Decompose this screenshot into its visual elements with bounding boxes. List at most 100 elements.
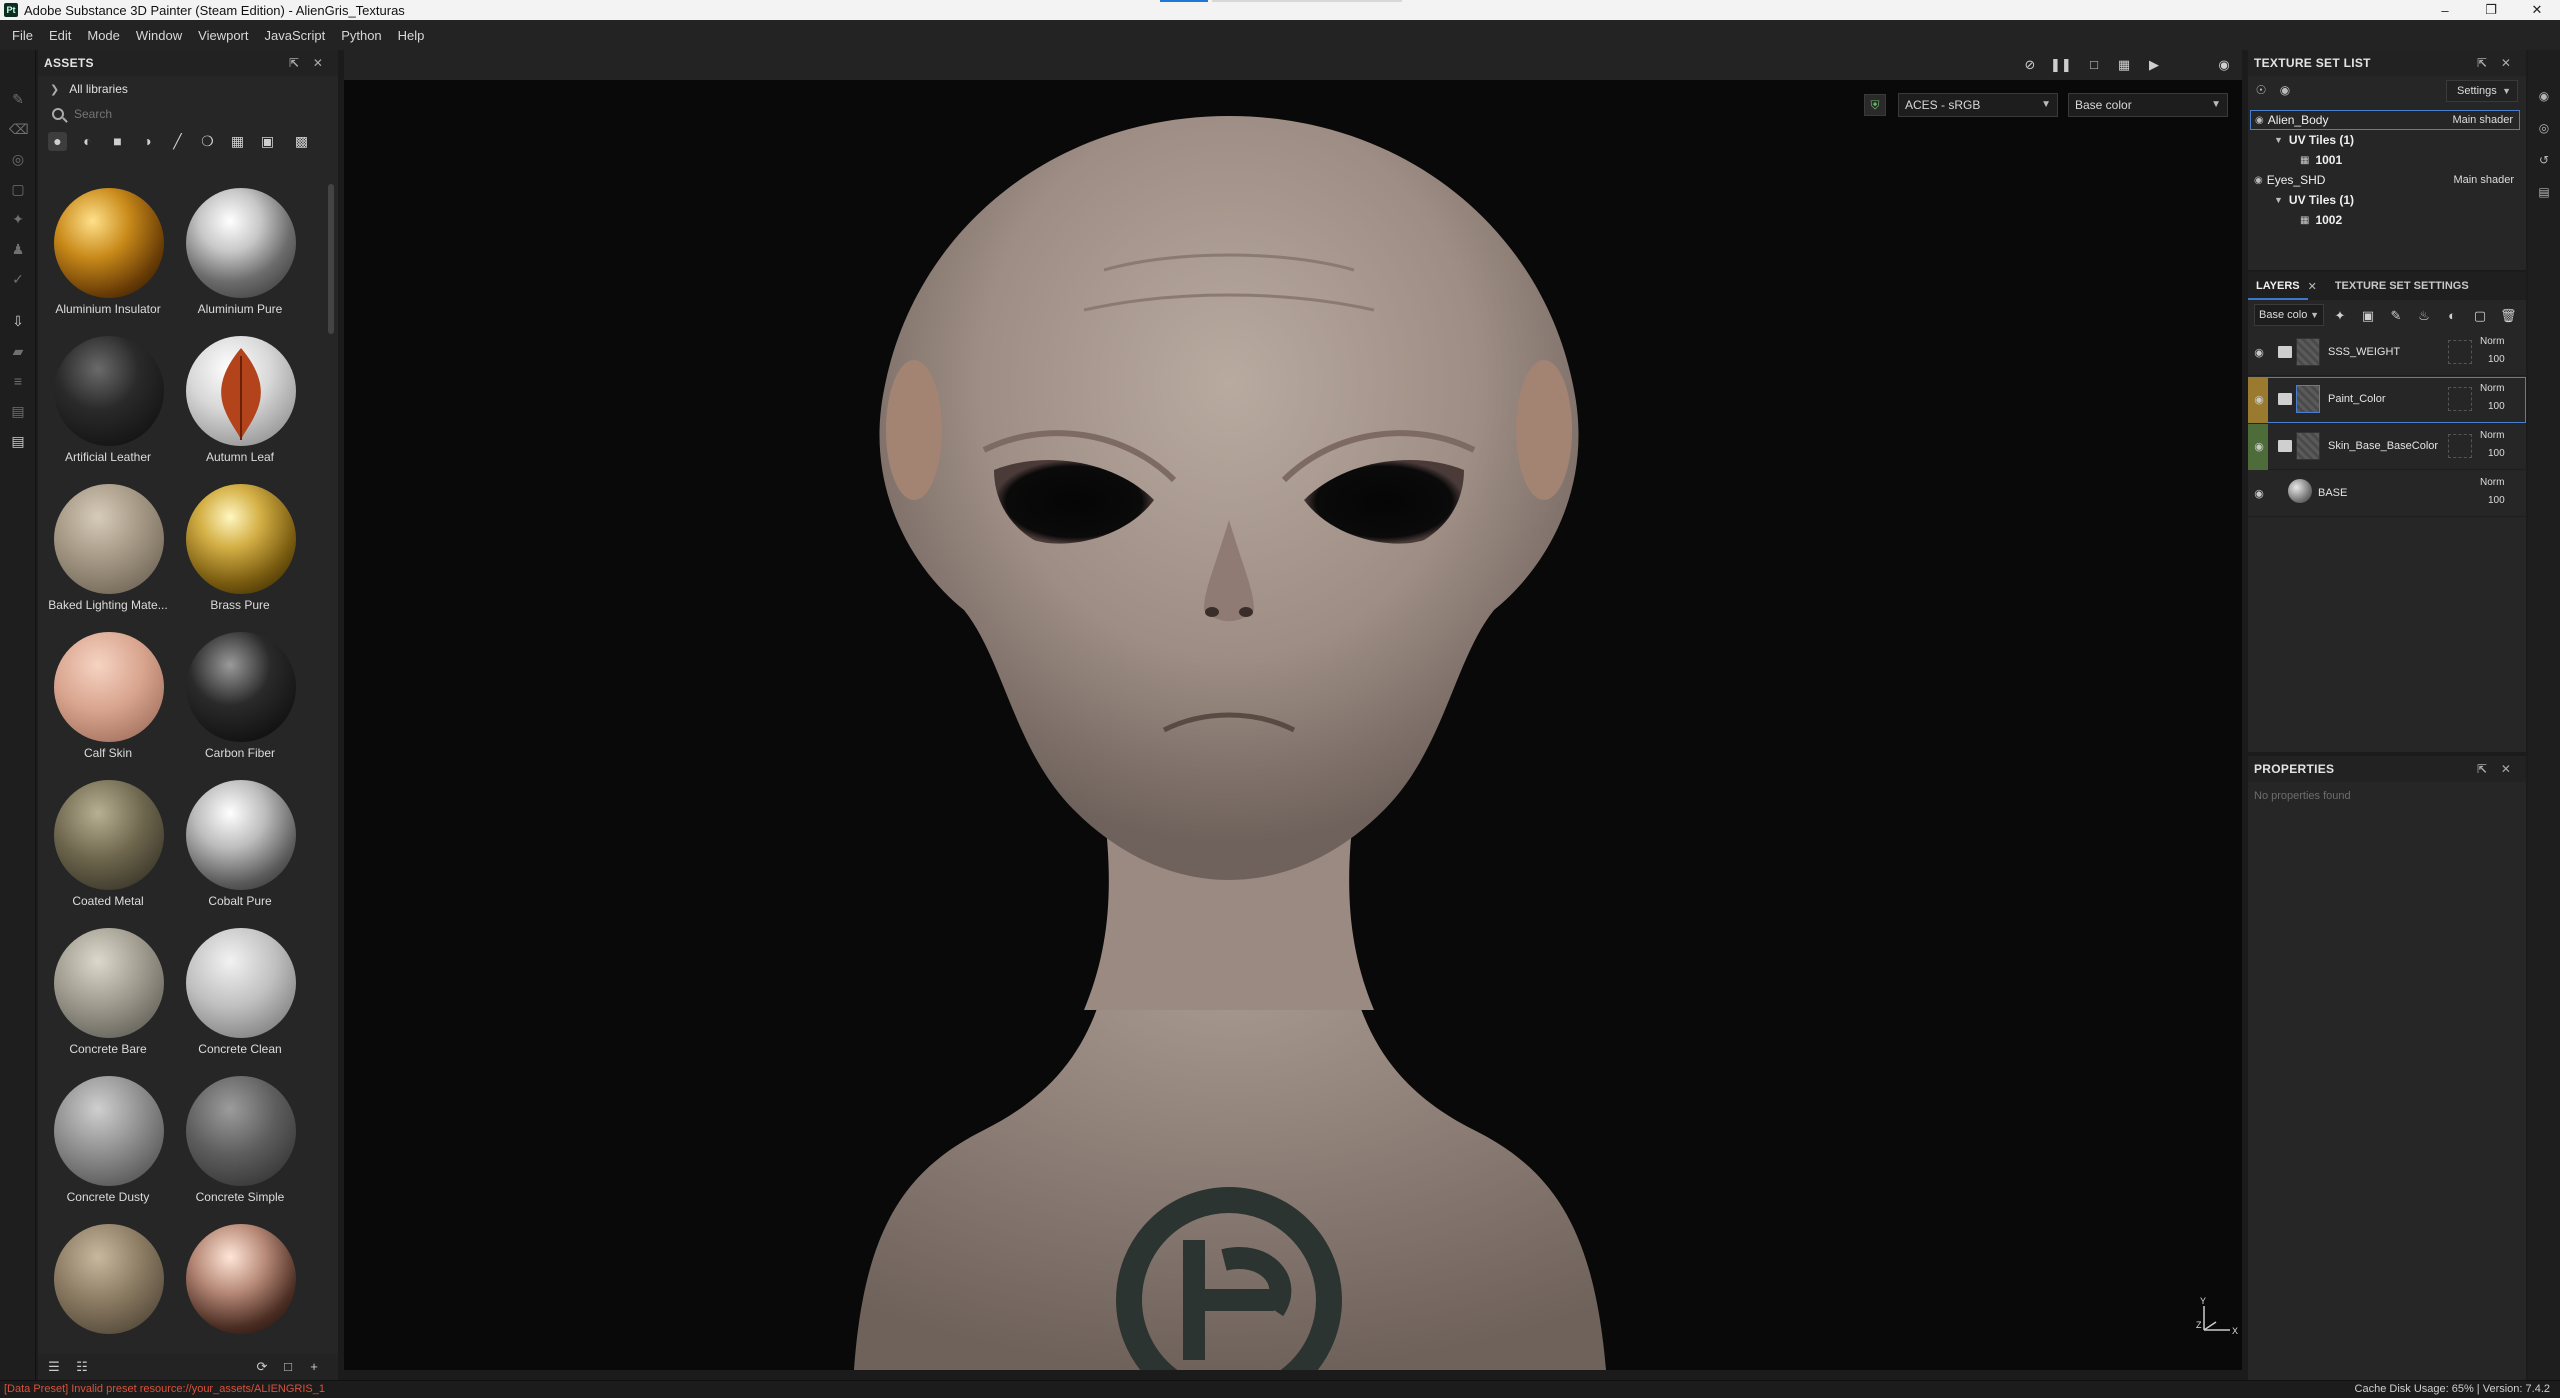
menu-javascript[interactable]: JavaScript [256, 28, 333, 43]
settings-dropdown[interactable]: Settings ▼ [2446, 80, 2518, 102]
asset-tile[interactable]: Baked Lighting Mate... [38, 480, 168, 628]
clone-icon[interactable]: ♟ [9, 240, 27, 258]
add-mask-icon[interactable]: ▣ [2360, 308, 2376, 324]
smart-materials-filter-icon[interactable]: ◐ [78, 132, 97, 151]
blend-mode-select[interactable]: Norm [2480, 430, 2504, 441]
eye-icon[interactable]: ◉ [2252, 393, 2266, 407]
minimize-button[interactable]: – [2422, 0, 2468, 20]
search-input[interactable] [74, 107, 314, 121]
uv-tile-row[interactable]: ▦ 1001 [2250, 150, 2520, 170]
menu-viewport[interactable]: Viewport [190, 28, 256, 43]
assets-scrollbar[interactable] [328, 184, 334, 334]
restore-button[interactable]: ❐ [2468, 0, 2514, 20]
add-paint-layer-icon[interactable]: ✎ [2388, 308, 2404, 324]
tab-layers[interactable]: LAYERS [2248, 272, 2308, 300]
texture-set-alien-body[interactable]: ◉ Alien_Body Main shader [2250, 110, 2520, 130]
eye-icon[interactable]: ◉ [2252, 440, 2266, 454]
library-selector[interactable]: ❯ All libraries [38, 76, 338, 102]
uv-tiles-row[interactable]: ▼ UV Tiles (1) [2250, 130, 2520, 150]
uv-tile-row[interactable]: ▦ 1002 [2250, 210, 2520, 230]
layer-item[interactable]: ◉ BASE Norm 100 [2248, 471, 2526, 517]
menu-file[interactable]: File [4, 28, 41, 43]
materials-filter-icon[interactable]: ● [48, 131, 67, 151]
grid-view-icon[interactable]: ▩ [292, 132, 311, 151]
3d-viewport[interactable]: ⊘ ❚❚ □ ▦ ▶ ◉ ⛨ ACES - sRGB ▼ Base color … [344, 50, 2242, 1370]
environments-filter-icon[interactable]: ▣ [258, 132, 277, 151]
filter-list-icon[interactable]: ☷ [74, 1359, 90, 1375]
asset-tile[interactable]: Cobalt Pure [170, 776, 300, 924]
asset-tile[interactable]: Concrete Bare [38, 924, 168, 1072]
visibility-icon[interactable]: ◉ [2276, 82, 2294, 98]
add-effect-icon[interactable]: ✦ [2332, 308, 2348, 324]
display-settings-icon[interactable]: ◉ [2536, 88, 2552, 104]
close-icon[interactable]: ✕ [2308, 280, 2317, 293]
opacity-field[interactable]: 100 [2488, 401, 2505, 412]
close-icon[interactable]: ✕ [310, 55, 326, 71]
layer-mask-slot[interactable] [2448, 387, 2472, 411]
document-icon[interactable]: ▤ [9, 432, 27, 450]
tab-texture-set-settings[interactable]: TEXTURE SET SETTINGS [2327, 272, 2477, 300]
opacity-field[interactable]: 100 [2488, 354, 2505, 365]
asset-tile[interactable]: Concrete Clean [170, 924, 300, 1072]
asset-tile[interactable]: Coated Metal [38, 776, 168, 924]
history-icon[interactable]: ↺ [2536, 152, 2552, 168]
color-picker-icon[interactable]: ✓ [9, 270, 27, 288]
texture-set-eyes[interactable]: ◉ Eyes_SHD Main shader [2250, 170, 2520, 190]
menu-help[interactable]: Help [390, 28, 433, 43]
shader-label[interactable]: Main shader [2453, 174, 2514, 186]
close-window-button[interactable]: ✕ [2514, 0, 2560, 20]
shader-label[interactable]: Main shader [2452, 114, 2513, 126]
folder-icon[interactable]: □ [280, 1359, 296, 1375]
add-icon[interactable]: + [306, 1359, 322, 1375]
filters-filter-icon[interactable]: ◑ [138, 132, 157, 151]
eraser-icon[interactable]: ⌫ [9, 120, 29, 138]
blend-mode-select[interactable]: Norm [2480, 336, 2504, 347]
add-smart-material-icon[interactable]: ◐ [2444, 308, 2460, 324]
layer-item[interactable]: ◉ Skin_Base_BaseColor Norm 100 [2248, 424, 2526, 470]
delete-icon[interactable]: 🗑 [2500, 308, 2517, 324]
measure-icon[interactable]: ≡ [9, 372, 27, 390]
log-icon[interactable]: ▤ [2536, 184, 2552, 200]
asset-tile[interactable]: Artificial Leather [38, 332, 168, 480]
add-fill-layer-icon[interactable]: ♨ [2416, 308, 2432, 324]
smudge-icon[interactable]: ✦ [9, 210, 27, 228]
list-view-icon[interactable]: ☰ [46, 1359, 62, 1375]
layer-channel-select[interactable]: Base colo ▼ [2254, 304, 2324, 326]
blend-mode-select[interactable]: Norm [2480, 383, 2504, 394]
layer-mask-slot[interactable] [2448, 434, 2472, 458]
asset-tile[interactable]: Concrete Simple [170, 1072, 300, 1220]
refresh-icon[interactable]: ⟳ [254, 1359, 270, 1375]
undock-icon[interactable]: ⇱ [2474, 761, 2490, 777]
status-error-message[interactable]: [Data Preset] Invalid preset resource://… [4, 1383, 325, 1395]
asset-tile[interactable]: Aluminium Pure [170, 184, 300, 332]
opacity-field[interactable]: 100 [2488, 448, 2505, 459]
eye-icon[interactable]: ◉ [2252, 346, 2266, 360]
menu-mode[interactable]: Mode [79, 28, 128, 43]
asset-tile[interactable]: Calf Skin [38, 628, 168, 776]
brushes-filter-icon[interactable]: ╱ [168, 132, 187, 151]
layer-item[interactable]: ◉ Paint_Color Norm 100 [2248, 377, 2526, 423]
undock-icon[interactable]: ⇱ [286, 55, 302, 71]
menu-window[interactable]: Window [128, 28, 190, 43]
channel-select[interactable]: Base color ▼ [2068, 93, 2228, 117]
projection-icon[interactable]: ◎ [9, 150, 27, 168]
asset-tile[interactable]: Autumn Leaf [170, 332, 300, 480]
color-profile-select[interactable]: ACES - sRGB ▼ [1898, 93, 2058, 117]
asset-tile[interactable]: Aluminium Insulator [38, 184, 168, 332]
textures-filter-icon[interactable]: ■ [108, 132, 127, 151]
close-icon[interactable]: ✕ [2498, 55, 2514, 71]
eye-icon[interactable]: ◉ [2254, 175, 2263, 186]
eye-icon[interactable]: ◉ [2252, 487, 2266, 501]
eye-icon[interactable]: ◉ [2255, 115, 2264, 126]
menu-edit[interactable]: Edit [41, 28, 79, 43]
opacity-field[interactable]: 100 [2488, 495, 2505, 506]
layer-item[interactable]: ◉ SSS_WEIGHT Norm 100 [2248, 330, 2526, 376]
menu-python[interactable]: Python [333, 28, 389, 43]
paint-brush-icon[interactable]: ✎ [9, 90, 27, 108]
bake-icon[interactable]: ▰ [9, 342, 27, 360]
close-icon[interactable]: ✕ [2498, 761, 2514, 777]
add-folder-icon[interactable]: ▢ [2472, 308, 2488, 324]
geometry-fill-icon[interactable]: ▢ [9, 180, 27, 198]
asset-tile[interactable]: Carbon Fiber [170, 628, 300, 776]
shield-icon[interactable]: ⛨ [1864, 94, 1886, 116]
